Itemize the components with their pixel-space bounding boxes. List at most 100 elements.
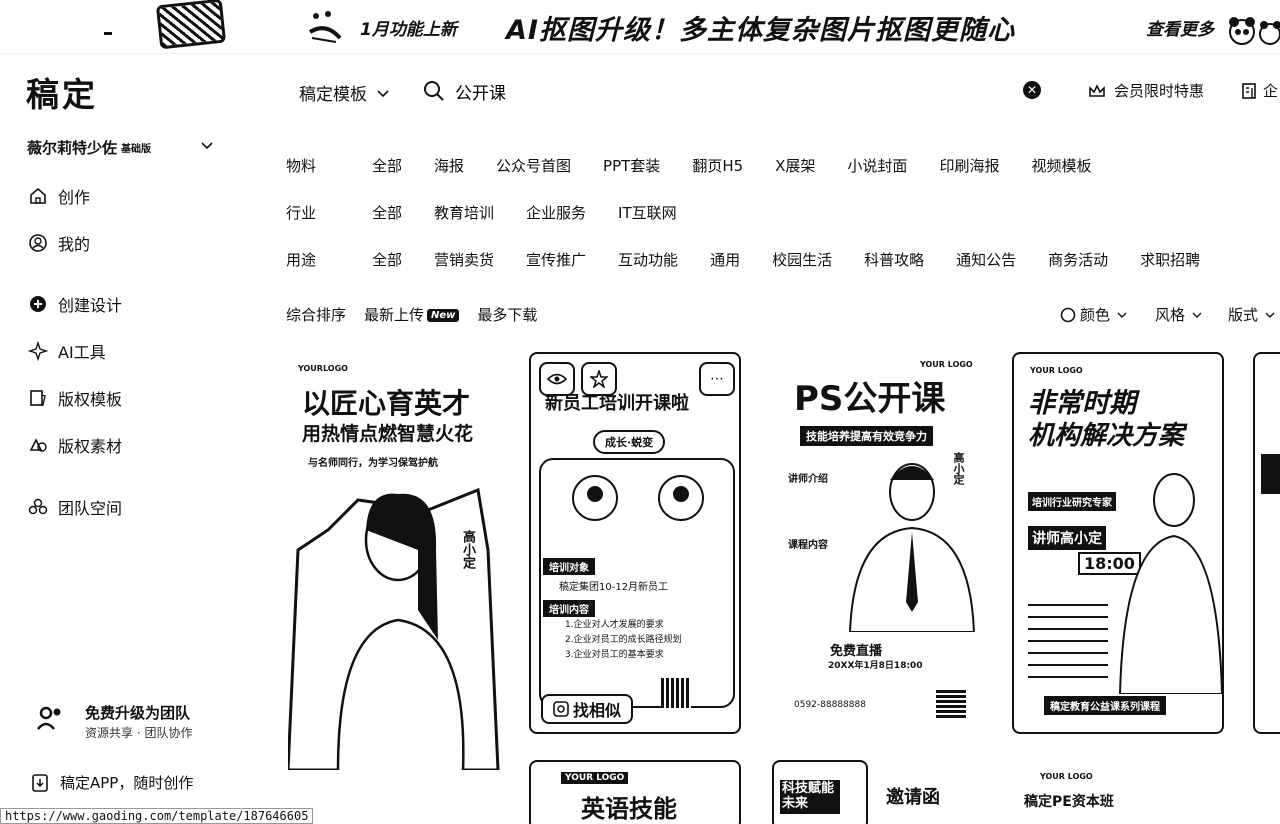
banner-decoration-image: [155, 0, 227, 50]
material-icon: [29, 438, 47, 452]
filter-option[interactable]: 海报: [434, 155, 464, 176]
chevron-down-icon[interactable]: [200, 139, 214, 153]
template-card[interactable]: YOUR LOGO PS公开课 技能培养提高有效竞争力 讲师介绍 课程内容 高小…: [770, 352, 982, 734]
status-bar-url: https://www.gaoding.com/template/1876466…: [0, 808, 314, 824]
template-card[interactable]: YOURLOGO 以匠心育英才 用热情点燃智慧火花 与名师同行，为学习保驾护航 …: [288, 352, 500, 802]
template-card-hovered[interactable]: 新员工培训开课啦 成长·蜕变 培训对象 稿定集团10-12月新员工 培训内容 1…: [529, 352, 741, 734]
filter-row-usage: 用途 全部 营销卖货 宣传推广 互动功能 通用 校园生活 科普攻略 通知公告 商…: [286, 249, 1232, 270]
template-card[interactable]: YOUR LOGO 英语技能: [529, 760, 741, 824]
card-pill: 成长·蜕变: [593, 430, 666, 454]
sidebar-item-label: 版权模板: [58, 390, 123, 409]
card-subtitle: 技能培养提高有效竞争力: [800, 426, 933, 446]
template-card[interactable]: YOUR LOGO 非常时期 机构解决方案 培训行业研究专家 讲师高小定 18:…: [1012, 352, 1224, 734]
card-subtitle: 邀请函: [886, 787, 940, 808]
filter-option[interactable]: 通知公告: [956, 249, 1016, 270]
account-switcher[interactable]: 薇尔莉特少佐 基础版: [27, 137, 151, 158]
sidebar-item-label: 团队空间: [58, 499, 123, 518]
app-download-label: 稿定APP，随时创作: [60, 774, 194, 792]
sidebar-item-create-design[interactable]: 创建设计: [28, 292, 122, 316]
promo-banner[interactable]: 1月功能上新 AI抠图升级！多主体复杂图片抠图更随心 查看更多: [0, 0, 1280, 54]
filter-option[interactable]: 求职招聘: [1140, 249, 1200, 270]
chevron-down-icon: [1117, 312, 1127, 318]
download-icon: [32, 773, 48, 792]
filter-label: 用途: [286, 251, 317, 269]
template-card[interactable]: 科技赋能未来: [772, 760, 868, 824]
template-card[interactable]: YOUR LOGO 稿定PE资本班: [1012, 760, 1224, 824]
clear-search-icon[interactable]: ✕: [1023, 81, 1041, 99]
search-icon[interactable]: [423, 80, 445, 102]
banner-headline: AI抠图升级！多主体复杂图片抠图更随心: [506, 15, 1015, 46]
filter-option[interactable]: 企业服务: [526, 202, 586, 223]
filter-option[interactable]: X展架: [775, 155, 815, 176]
sidebar-item-ai-tools[interactable]: AI工具: [28, 339, 106, 363]
filter-option[interactable]: 公众号首图: [496, 155, 571, 176]
banner-more-link[interactable]: 查看更多: [1146, 15, 1214, 40]
sparkle-icon: [28, 341, 48, 361]
app-logo[interactable]: 稿定: [26, 68, 98, 116]
card-logo: YOUR LOGO: [561, 772, 629, 784]
teacher-name: 讲师高小定: [1028, 526, 1106, 550]
filter-option[interactable]: 校园生活: [772, 249, 832, 270]
sort-newest[interactable]: 最新上传 New: [364, 304, 460, 325]
filter-option[interactable]: IT互联网: [618, 202, 677, 223]
teacher-name: 高小定: [952, 452, 965, 485]
find-similar-button[interactable]: 找相似: [541, 694, 633, 724]
find-similar-label: 找相似: [572, 701, 621, 720]
sidebar-item-create[interactable]: 创作: [28, 184, 90, 208]
card-title: 非常时期: [1028, 388, 1136, 419]
style-filter[interactable]: 风格: [1155, 304, 1203, 325]
filter-option[interactable]: 互动功能: [618, 249, 678, 270]
sidebar-item-mine[interactable]: 我的: [28, 231, 90, 255]
vip-offer-button[interactable]: 会员限时特惠: [1088, 80, 1204, 101]
filter-option[interactable]: 营销卖货: [434, 249, 494, 270]
style-filter-label: 风格: [1155, 306, 1186, 324]
team-upgrade-subtitle: 资源共享 · 团队协作: [85, 726, 193, 740]
content-point: 2.企业对员工的成长路径规划: [565, 635, 682, 645]
banner-small-text: 1月功能上新: [360, 20, 457, 40]
enterprise-button[interactable]: 企: [1241, 80, 1278, 101]
color-filter[interactable]: 颜色: [1060, 304, 1128, 325]
banner-sparkle-icon: [308, 11, 342, 43]
sort-comprehensive[interactable]: 综合排序: [286, 304, 346, 325]
sidebar-item-copyright-templates[interactable]: 版权模板: [28, 386, 122, 410]
section-label: 课程内容: [788, 540, 828, 551]
account-name: 薇尔莉特少佐: [27, 139, 118, 157]
target-text: 稿定集团10-12月新员工: [559, 582, 669, 593]
filter-option[interactable]: 全部: [372, 155, 402, 176]
template-type-dropdown[interactable]: 稿定模板: [299, 80, 391, 105]
filter-option[interactable]: 印刷海报: [939, 155, 999, 176]
preview-eye-icon[interactable]: [539, 362, 575, 396]
filter-option[interactable]: 视频模板: [1031, 155, 1091, 176]
filter-label: 行业: [286, 204, 317, 222]
more-options-icon[interactable]: ⋯: [699, 362, 735, 396]
filter-option[interactable]: 翻页H5: [692, 155, 743, 176]
team-upgrade-title[interactable]: 免费升级为团队: [85, 702, 190, 723]
filter-option[interactable]: 科普攻略: [864, 249, 924, 270]
filter-option[interactable]: 全部: [372, 249, 402, 270]
filter-row-industry: 行业 全部 教育培训 企业服务 IT互联网: [286, 202, 709, 223]
search-input[interactable]: [455, 78, 1015, 104]
card-tag: 培训行业研究专家: [1028, 492, 1116, 511]
sort-most-downloaded[interactable]: 最多下载: [477, 304, 537, 325]
sidebar-item-copyright-materials[interactable]: 版权素材: [28, 433, 122, 457]
chevron-down-icon: [1265, 312, 1275, 318]
enterprise-label: 企: [1263, 82, 1279, 100]
filter-option[interactable]: 小说封面: [847, 155, 907, 176]
filter-option[interactable]: PPT套装: [603, 155, 660, 176]
favorite-star-icon[interactable]: [581, 362, 617, 396]
template-card-partial[interactable]: [1253, 352, 1280, 734]
card-logo: YOUR LOGO: [1040, 772, 1093, 781]
layout-filter[interactable]: 版式: [1228, 304, 1276, 325]
sidebar-item-team-space[interactable]: 团队空间: [28, 495, 122, 519]
sort-newest-label: 最新上传: [364, 306, 425, 324]
app-download-link[interactable]: 稿定APP，随时创作: [30, 772, 193, 793]
filter-option[interactable]: 宣传推广: [526, 249, 586, 270]
plan-badge: 基础版: [121, 144, 152, 155]
card-subtitle: 用热情点燃智慧火花: [302, 423, 474, 445]
building-icon: [1242, 82, 1256, 99]
card-title: 稿定PE资本班: [1024, 794, 1114, 810]
filter-option[interactable]: 通用: [710, 249, 740, 270]
filter-option[interactable]: 教育培训: [434, 202, 494, 223]
filter-option[interactable]: 全部: [372, 202, 402, 223]
filter-option[interactable]: 商务活动: [1048, 249, 1108, 270]
